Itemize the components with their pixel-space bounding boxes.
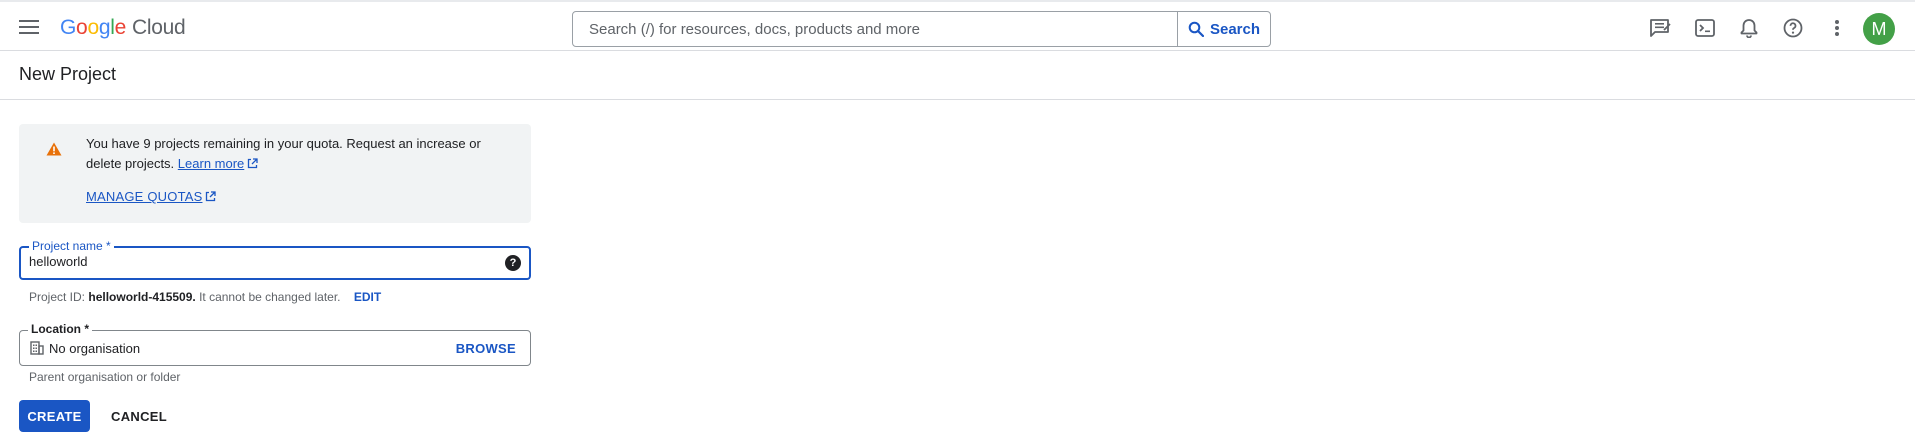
project-name-label: Project name * <box>29 239 114 253</box>
quota-alert-text: You have 9 projects remaining in your qu… <box>86 134 506 174</box>
project-name-input[interactable] <box>29 254 489 269</box>
organisation-icon <box>30 341 44 360</box>
logo-product: Cloud <box>131 16 186 39</box>
search-button-label: Search <box>1209 20 1261 38</box>
browse-button[interactable]: BROWSE <box>456 341 516 356</box>
manage-quotas-link[interactable]: MANAGE QUOTAS <box>86 189 217 204</box>
help-icon[interactable]: ? <box>505 255 521 271</box>
feedback-icon[interactable] <box>1647 15 1673 41</box>
location-label: Location * <box>28 322 93 336</box>
page-title: New Project <box>19 64 117 84</box>
location-hint: Parent organisation or folder <box>29 370 181 384</box>
search-icon <box>1188 21 1204 37</box>
more-vert-icon[interactable] <box>1824 15 1850 41</box>
cancel-button[interactable]: CANCEL <box>104 400 174 432</box>
external-link-icon <box>206 191 217 202</box>
logo-wordmark: Google <box>60 16 126 40</box>
cloud-shell-icon[interactable] <box>1692 15 1718 41</box>
search-bar: Search <box>572 11 1271 47</box>
project-id-hint: Project ID: helloworld-415509. It cannot… <box>29 290 381 304</box>
logo-letter: o <box>87 16 99 39</box>
location-value: No organisation <box>49 341 141 356</box>
location-field: Location * No organisation BROWSE <box>19 322 531 366</box>
edit-project-id-button[interactable]: EDIT <box>354 290 381 304</box>
quota-alert: You have 9 projects remaining in your qu… <box>19 124 531 223</box>
project-name-field: Project name * ? <box>19 239 531 280</box>
page-header: New Project <box>0 52 1915 100</box>
google-cloud-logo[interactable]: Google Cloud <box>60 14 186 42</box>
logo-letter: e <box>114 16 127 39</box>
help-icon[interactable] <box>1780 15 1806 41</box>
search-button[interactable]: Search <box>1177 12 1270 46</box>
search-input[interactable] <box>573 12 1177 46</box>
manage-quotas-label: MANAGE QUOTAS <box>86 189 203 204</box>
logo-letter: G <box>60 16 77 39</box>
logo-letter: o <box>76 16 88 39</box>
learn-more-link[interactable]: Learn more <box>178 156 258 171</box>
account-avatar[interactable]: M <box>1863 13 1895 45</box>
learn-more-label: Learn more <box>177 156 245 171</box>
project-id-value: helloworld-415509. <box>88 290 196 304</box>
logo-letter: g <box>98 16 111 39</box>
menu-icon[interactable] <box>16 14 42 40</box>
create-button[interactable]: CREATE <box>19 400 90 432</box>
notifications-icon[interactable] <box>1736 15 1762 41</box>
project-id-suffix: It cannot be changed later. <box>199 290 341 304</box>
warning-icon <box>46 142 62 161</box>
project-id-prefix: Project ID: <box>29 290 86 304</box>
external-link-icon <box>248 158 258 169</box>
top-app-bar: Google Cloud Search M <box>0 0 1915 51</box>
quota-alert-message: You have 9 projects remaining in your qu… <box>86 136 481 171</box>
